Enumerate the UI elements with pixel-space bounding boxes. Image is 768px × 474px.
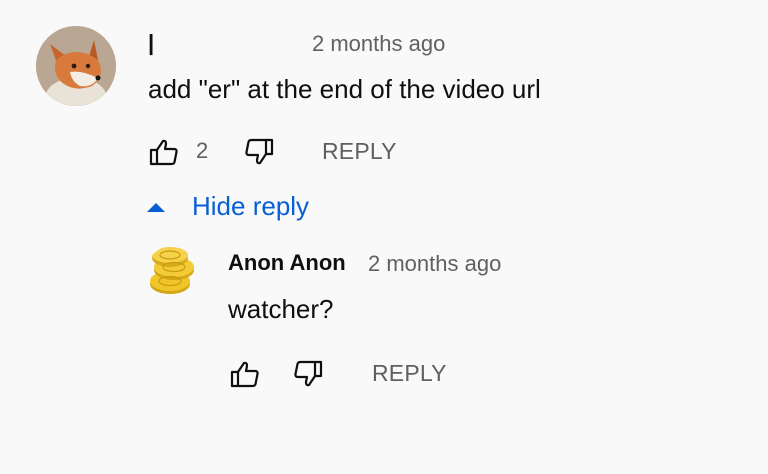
reply-author[interactable]: Anon Anon xyxy=(228,250,346,276)
coins-avatar-icon xyxy=(146,246,198,298)
reply-timestamp[interactable]: 2 months ago xyxy=(368,251,501,277)
comment-author[interactable]: | xyxy=(148,30,154,56)
hide-replies-label: Hide reply xyxy=(192,191,310,221)
comment-thread: | 2 months ago add "er" at the end of th… xyxy=(0,0,768,474)
thumbs-down-icon xyxy=(245,138,274,165)
author-avatar[interactable] xyxy=(36,26,116,106)
reply-author-avatar[interactable] xyxy=(146,246,198,298)
hide-replies-toggle[interactable]: Hide reply xyxy=(146,191,309,222)
reply-button[interactable]: REPLY xyxy=(322,138,397,165)
like-count: 2 xyxy=(196,138,209,163)
reply-like-button[interactable] xyxy=(229,359,261,389)
thumbs-up-icon xyxy=(230,361,259,388)
dislike-button[interactable] xyxy=(243,137,275,167)
reply-text: watcher? xyxy=(228,294,334,324)
reply-dislike-button[interactable] xyxy=(292,359,324,389)
thumbs-up-icon xyxy=(149,139,178,166)
fox-avatar-icon xyxy=(36,26,116,106)
caret-up-icon xyxy=(147,202,165,212)
like-button[interactable] xyxy=(148,137,180,167)
comment-timestamp[interactable]: 2 months ago xyxy=(312,31,445,57)
thumbs-down-icon xyxy=(294,360,323,387)
reply-reply-button[interactable]: REPLY xyxy=(372,360,447,387)
comment-text: add "er" at the end of the video url xyxy=(148,74,541,104)
